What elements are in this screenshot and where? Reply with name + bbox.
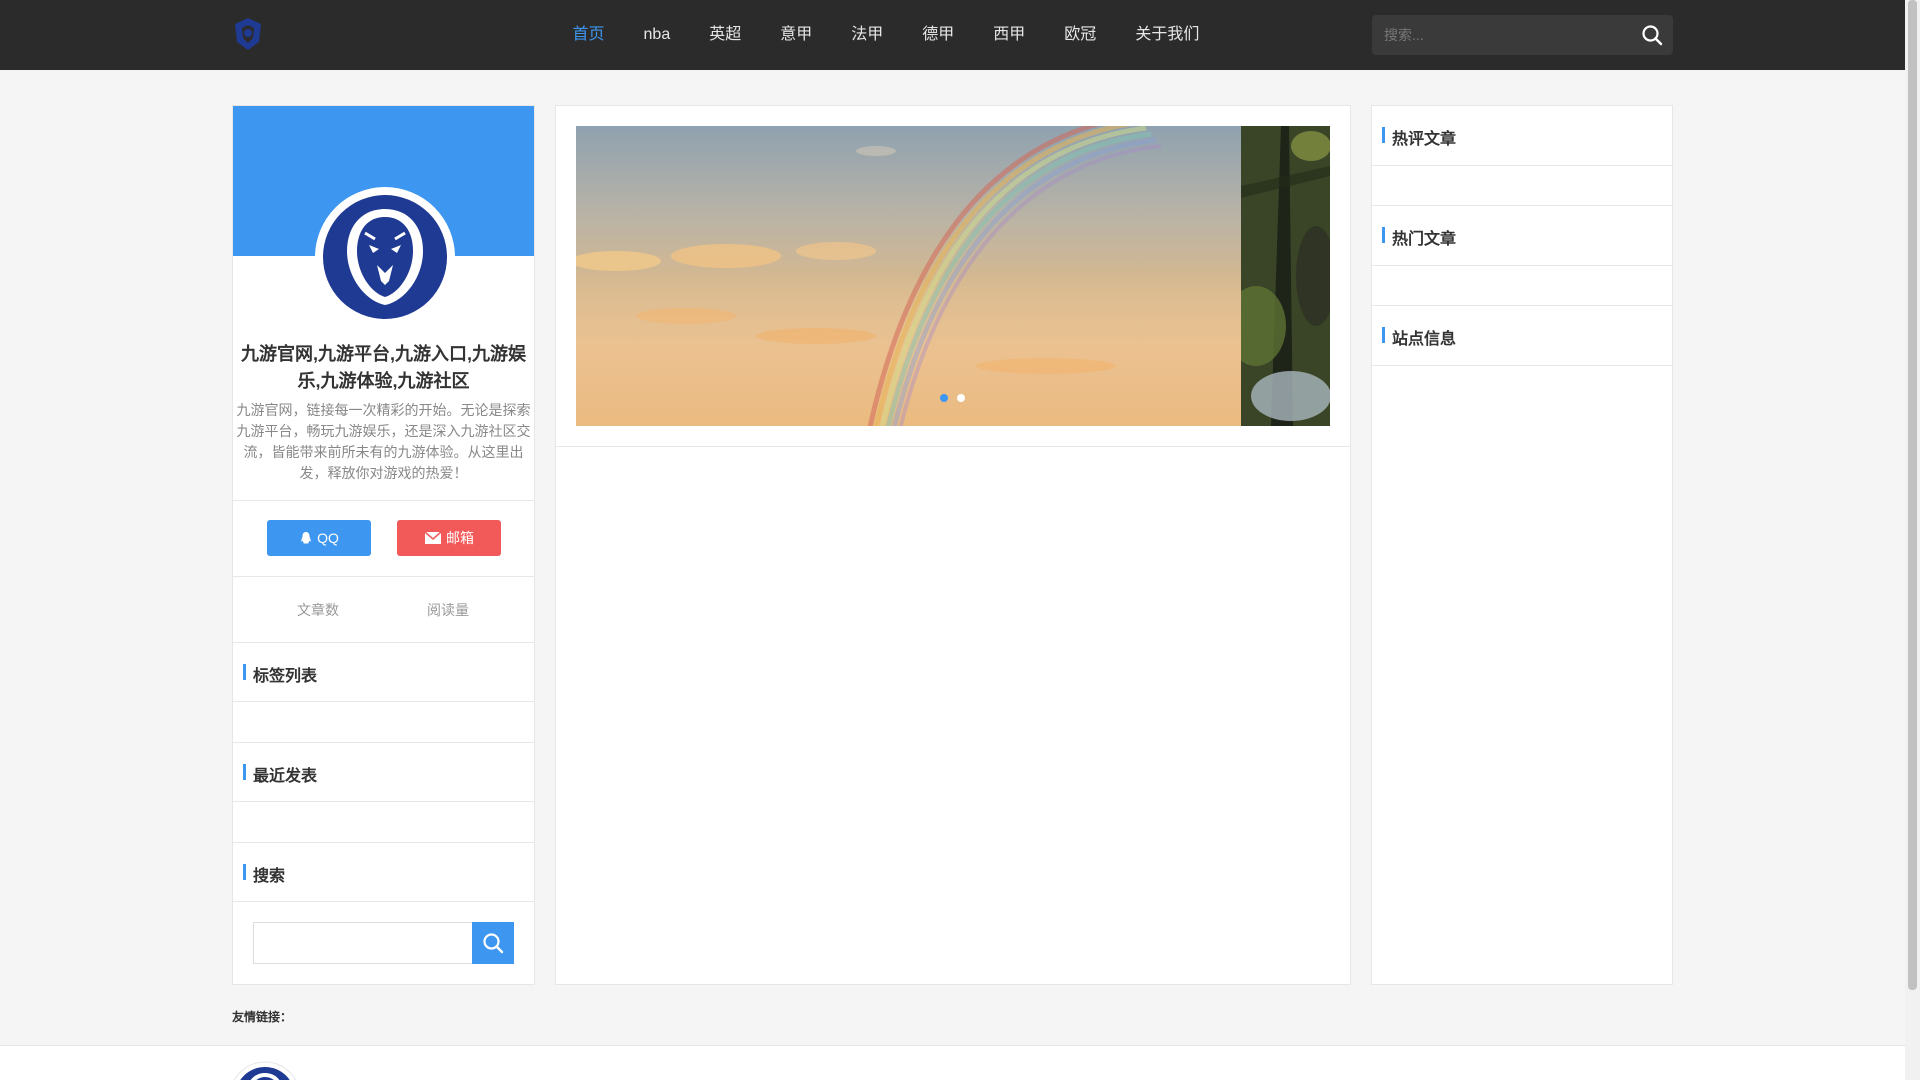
nav-item-la-liga[interactable]: 西甲 bbox=[974, 0, 1045, 70]
widget-title-site-info: 站点信息 bbox=[1382, 325, 1456, 349]
friend-links-label: 友情链接： bbox=[232, 1010, 293, 1024]
main-content bbox=[555, 105, 1351, 985]
rainbow-image bbox=[576, 126, 1241, 426]
avatar bbox=[315, 187, 455, 327]
sidebar-search-button[interactable] bbox=[472, 922, 514, 964]
nav-item-home[interactable]: 首页 bbox=[553, 0, 624, 70]
widget-title-hot-articles: 热门文章 bbox=[1382, 225, 1456, 249]
site-description: 九游官网，链接每一次精彩的开始。无论是探索九游平台，畅玩九游娱乐，还是深入九游社… bbox=[236, 402, 531, 481]
top-search-button[interactable] bbox=[1641, 24, 1663, 46]
scrollbar-thumb[interactable] bbox=[1908, 0, 1917, 990]
qq-button[interactable]: QQ bbox=[267, 520, 371, 556]
divider bbox=[233, 500, 534, 501]
right-sidebar: 热评文章 热门文章 站点信息 bbox=[1371, 105, 1673, 985]
widget-title-hot-comments: 热评文章 bbox=[1382, 125, 1456, 149]
divider bbox=[233, 801, 534, 802]
divider bbox=[233, 576, 534, 577]
qq-icon bbox=[301, 532, 311, 544]
search-icon bbox=[1642, 25, 1663, 46]
top-search-box bbox=[1372, 15, 1673, 55]
sidebar-search-input[interactable] bbox=[253, 922, 473, 964]
page-scrollbar[interactable] bbox=[1905, 0, 1920, 1080]
carousel-slide-rainbow[interactable] bbox=[576, 126, 1241, 426]
site-logo[interactable] bbox=[232, 16, 264, 52]
divider bbox=[556, 446, 1350, 447]
divider bbox=[233, 901, 534, 902]
stat-views-label: 阅读量 bbox=[427, 602, 469, 618]
search-icon bbox=[483, 933, 504, 954]
sidebar-search bbox=[253, 922, 515, 964]
widget-title-recent: 最近发表 bbox=[243, 762, 317, 786]
image-carousel[interactable] bbox=[576, 126, 1330, 426]
envelope-icon bbox=[424, 531, 442, 544]
main-nav: 首页 nba 英超 意甲 法甲 德甲 西甲 欧冠 关于我们 bbox=[553, 0, 1219, 70]
divider bbox=[1372, 265, 1672, 266]
forest-image bbox=[1226, 126, 1330, 426]
nav-item-about-us[interactable]: 关于我们 bbox=[1116, 0, 1219, 70]
carousel-dot-2[interactable] bbox=[957, 394, 965, 402]
left-sidebar: 九游官网,九游平台,九游入口,九游娱乐,九游体验,九游社区 九游官网，链接每一次… bbox=[232, 105, 535, 985]
lion-logo-icon bbox=[323, 195, 447, 319]
divider bbox=[1372, 365, 1672, 366]
nav-item-bundesliga[interactable]: 德甲 bbox=[903, 0, 974, 70]
footer bbox=[0, 1045, 1905, 1080]
divider bbox=[1372, 205, 1672, 206]
stat-articles-label: 文章数 bbox=[297, 602, 339, 618]
top-navbar: 首页 nba 英超 意甲 法甲 德甲 西甲 欧冠 关于我们 bbox=[0, 0, 1905, 70]
mail-button[interactable]: 邮箱 bbox=[397, 520, 501, 556]
divider bbox=[233, 701, 534, 702]
divider bbox=[233, 842, 534, 843]
nav-item-champions-league[interactable]: 欧冠 bbox=[1045, 0, 1116, 70]
site-title: 九游官网,九游平台,九游入口,九游娱乐,九游体验,九游社区 bbox=[240, 344, 526, 391]
carousel-slide-forest[interactable] bbox=[1226, 126, 1330, 426]
divider bbox=[1372, 305, 1672, 306]
footer-logo[interactable] bbox=[229, 1061, 301, 1080]
nav-item-serie-a[interactable]: 意甲 bbox=[761, 0, 832, 70]
divider bbox=[1372, 165, 1672, 166]
divider bbox=[233, 642, 534, 643]
nav-item-nba[interactable]: nba bbox=[624, 0, 690, 70]
carousel-dot-1[interactable] bbox=[940, 394, 948, 402]
widget-title-search: 搜索 bbox=[243, 862, 285, 886]
mail-label: 邮箱 bbox=[446, 530, 474, 546]
nav-item-ligue-1[interactable]: 法甲 bbox=[832, 0, 903, 70]
top-search-input[interactable] bbox=[1372, 15, 1622, 55]
divider bbox=[233, 742, 534, 743]
widget-title-tags: 标签列表 bbox=[243, 662, 317, 686]
carousel-pagination bbox=[940, 394, 965, 402]
qq-label: QQ bbox=[317, 530, 339, 546]
nav-item-premier-league[interactable]: 英超 bbox=[690, 0, 761, 70]
